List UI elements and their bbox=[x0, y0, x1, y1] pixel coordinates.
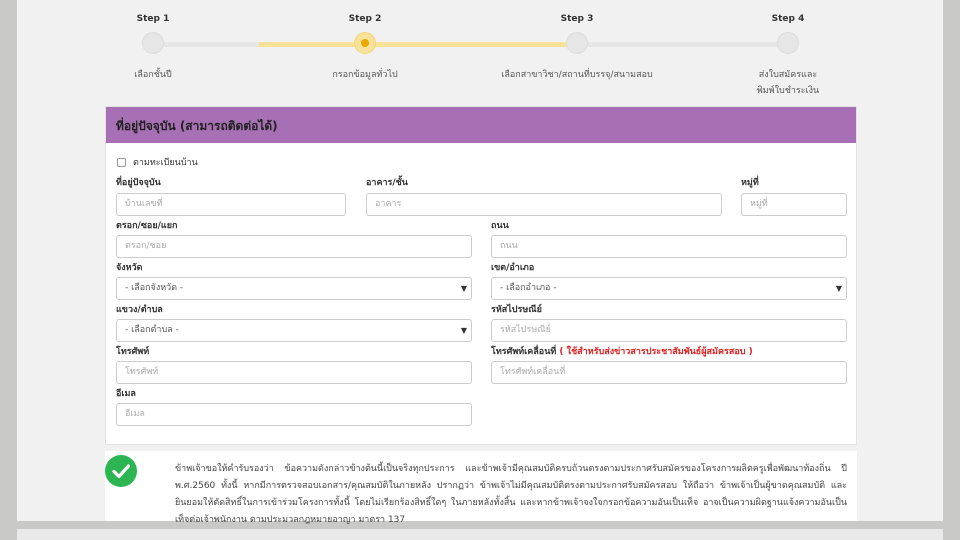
step-4-title: Step 4 bbox=[771, 14, 805, 24]
subdistrict-select-value: - เลือกตำบล - bbox=[125, 325, 179, 335]
next-section-edge bbox=[17, 529, 943, 540]
page: Step 1 Step 2 Step 3 Step 4 เลือกชั้นปี … bbox=[17, 0, 943, 525]
subdistrict-select[interactable]: - เลือกตำบล - ▼ bbox=[116, 319, 472, 342]
district-select-value: - เลือกอำเภอ - bbox=[500, 283, 557, 293]
road-label: ถนน bbox=[491, 221, 509, 231]
step-2-title: Step 2 bbox=[348, 14, 382, 24]
step-track-1 bbox=[153, 42, 259, 47]
address-card: ที่อยู่ปัจจุบัน (สามารถติดต่อได้) ตามทะเ… bbox=[105, 106, 857, 445]
step-track-4 bbox=[577, 42, 788, 47]
step-3-dot[interactable] bbox=[566, 32, 588, 54]
step-2-dot[interactable] bbox=[354, 32, 376, 54]
stepper: Step 1 Step 2 Step 3 Step 4 เลือกชั้นปี … bbox=[17, 0, 943, 100]
step-1-label: เลือกชั้นปี bbox=[134, 70, 172, 80]
district-label: เขต/อำเภอ bbox=[491, 263, 535, 273]
card-title: ที่อยู่ปัจจุบัน (สามารถติดต่อได้) bbox=[106, 107, 856, 143]
same-as-house-reg-row[interactable]: ตามทะเบียนบ้าน bbox=[117, 155, 198, 169]
step-2-label: กรอกข้อมูลทั่วไป bbox=[332, 70, 398, 80]
postcode-input[interactable]: รหัสไปรษณีย์ bbox=[491, 319, 847, 342]
address-label: ที่อยู่ปัจจุบัน bbox=[116, 178, 161, 188]
building-label: อาคาร/ชั้น bbox=[366, 178, 408, 188]
mobile-input[interactable]: โทรศัพท์เคลื่อนที่ bbox=[491, 361, 847, 384]
check-circle-icon[interactable] bbox=[105, 455, 137, 487]
step-track-3 bbox=[365, 42, 577, 47]
declaration: ข้าพเจ้าขอให้คำรับรองว่า ข้อความดังกล่าว… bbox=[105, 451, 857, 525]
declaration-text: ข้าพเจ้าขอให้คำรับรองว่า ข้อความดังกล่าว… bbox=[175, 464, 847, 525]
moo-label: หมู่ที่ bbox=[741, 178, 759, 188]
address-input[interactable]: บ้านเลขที่ bbox=[116, 193, 346, 216]
phone-input[interactable]: โทรศัพท์ bbox=[116, 361, 472, 384]
step-1-dot[interactable] bbox=[142, 32, 164, 54]
road-input[interactable]: ถนน bbox=[491, 235, 847, 258]
caret-down-icon: ▼ bbox=[460, 326, 467, 335]
step-1-title: Step 1 bbox=[136, 14, 170, 24]
province-label: จังหวัด bbox=[116, 263, 143, 273]
step-4-label: ส่งใบสมัครและ พิมพ์ใบชำระเงิน bbox=[756, 70, 820, 96]
caret-down-icon: ▼ bbox=[460, 284, 467, 293]
district-select[interactable]: - เลือกอำเภอ - ▼ bbox=[491, 277, 847, 300]
same-as-house-reg-checkbox[interactable] bbox=[117, 157, 126, 167]
mobile-label-row: โทรศัพท์เคลื่อนที่ ( ใช้สำหรับส่งข่าวสาร… bbox=[491, 344, 753, 358]
province-select[interactable]: - เลือกจังหวัด - ▼ bbox=[116, 277, 472, 300]
moo-input[interactable]: หมู่ที่ bbox=[741, 193, 847, 216]
step-track-2 bbox=[259, 42, 365, 47]
soi-input[interactable]: ตรอก/ซอย bbox=[116, 235, 472, 258]
soi-label: ตรอก/ซอย/แยก bbox=[116, 221, 178, 231]
step-3-title: Step 3 bbox=[560, 14, 594, 24]
postcode-label: รหัสไปรษณีย์ bbox=[491, 305, 542, 315]
caret-down-icon: ▼ bbox=[835, 284, 842, 293]
province-select-value: - เลือกจังหวัด - bbox=[125, 283, 184, 293]
mobile-note: ( ใช้สำหรับส่งข่าวสารประชาสัมพันธ์ผู้สมั… bbox=[559, 347, 753, 357]
step-4-dot[interactable] bbox=[777, 32, 799, 54]
step-3-label: เลือกสาขาวิชา/สถานที่บรรจุ/สนามสอบ bbox=[501, 70, 653, 80]
same-as-house-reg-label: ตามทะเบียนบ้าน bbox=[133, 158, 198, 168]
email-input[interactable]: อีเมล bbox=[116, 403, 472, 426]
phone-label: โทรศัพท์ bbox=[116, 347, 150, 357]
building-input[interactable]: อาคาร bbox=[366, 193, 722, 216]
subdistrict-label: แขวง/ตำบล bbox=[116, 305, 163, 315]
mobile-label: โทรศัพท์เคลื่อนที่ bbox=[491, 347, 557, 357]
email-label: อีเมล bbox=[116, 389, 136, 399]
